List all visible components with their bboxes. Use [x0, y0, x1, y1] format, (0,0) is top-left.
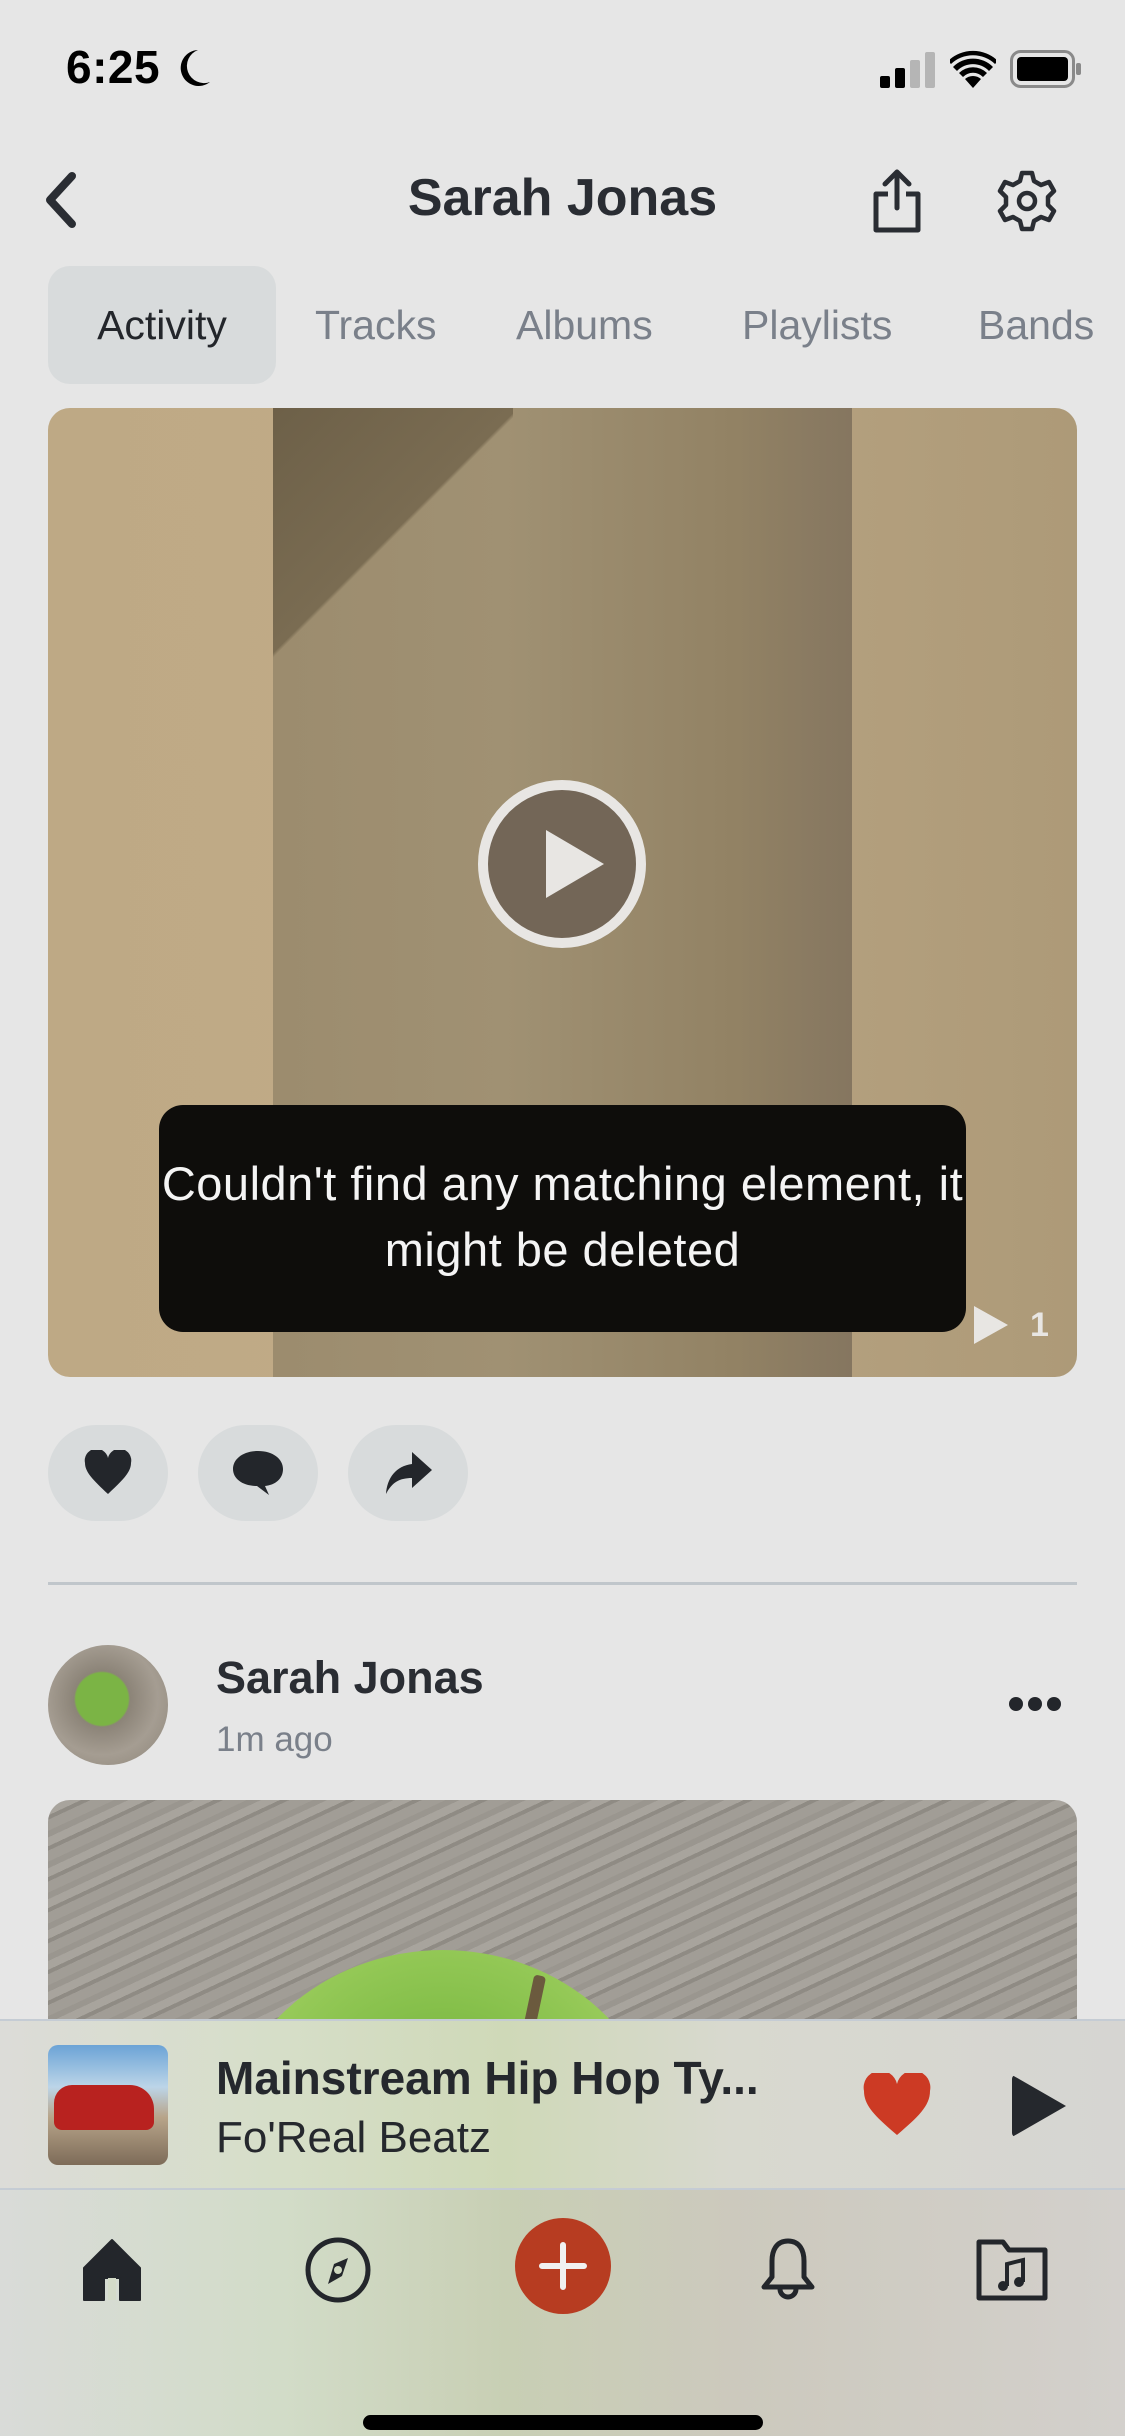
- nav-library[interactable]: [972, 2230, 1052, 2310]
- share-button[interactable]: [870, 168, 924, 234]
- view-count-value: 1: [1030, 1305, 1049, 1344]
- status-time: 6:25: [66, 41, 161, 93]
- bell-icon: [761, 2238, 815, 2300]
- tab-bands[interactable]: Bands: [978, 266, 1094, 384]
- share-arrow-icon: [386, 1452, 432, 1494]
- moon-icon: [180, 50, 210, 86]
- view-count: 1: [974, 1302, 1049, 1348]
- tab-albums[interactable]: Albums: [516, 266, 653, 384]
- error-toast: Couldn't find any matching element, it m…: [159, 1105, 966, 1332]
- divider: [48, 1582, 1077, 1585]
- battery-icon: [1010, 50, 1081, 88]
- play-button[interactable]: [478, 780, 646, 948]
- more-options-button[interactable]: [1008, 1696, 1062, 1712]
- bottom-nav: [0, 2188, 1125, 2436]
- album-cover: [48, 2045, 168, 2165]
- post-timestamp: 1m ago: [216, 1720, 333, 1759]
- music-folder-icon: [976, 2239, 1048, 2301]
- tab-tracks[interactable]: Tracks: [315, 266, 436, 384]
- track-title: Mainstream Hip Hop Ty...: [216, 2052, 759, 2104]
- tab-activity[interactable]: Activity: [48, 266, 276, 384]
- add-button[interactable]: [515, 2218, 611, 2314]
- tab-playlists[interactable]: Playlists: [742, 266, 892, 384]
- plus-icon: [539, 2242, 587, 2290]
- settings-button[interactable]: [996, 170, 1058, 232]
- play-count-icon: [974, 1306, 1008, 1344]
- nav-notifications[interactable]: [748, 2230, 828, 2310]
- like-track-button[interactable]: [862, 2073, 932, 2137]
- nav-explore[interactable]: [298, 2230, 378, 2310]
- play-icon: [546, 830, 604, 898]
- page-title: Sarah Jonas: [407, 169, 718, 227]
- compass-icon: [305, 2237, 371, 2303]
- heart-icon: [84, 1450, 132, 1494]
- avatar[interactable]: [48, 1645, 168, 1765]
- track-artist: Fo'Real Beatz: [216, 2113, 491, 2162]
- home-indicator: [363, 2415, 763, 2430]
- share-post-button[interactable]: [348, 1425, 468, 1521]
- mini-player-play-button[interactable]: [1012, 2075, 1066, 2137]
- status-bar: 6:25: [0, 0, 1125, 140]
- wifi-icon: [950, 50, 996, 88]
- post-author[interactable]: Sarah Jonas: [216, 1652, 484, 1704]
- nav-home[interactable]: [72, 2230, 152, 2310]
- comment-button[interactable]: [198, 1425, 318, 1521]
- mini-player[interactable]: Mainstream Hip Hop Ty... Fo'Real Beatz: [0, 2019, 1125, 2188]
- like-button[interactable]: [48, 1425, 168, 1521]
- profile-tabs: Activity Tracks Albums Playlists Bands: [0, 266, 1125, 384]
- speech-bubble-icon: [233, 1451, 283, 1495]
- cellular-signal-icon: [880, 52, 935, 88]
- home-icon: [83, 2239, 141, 2301]
